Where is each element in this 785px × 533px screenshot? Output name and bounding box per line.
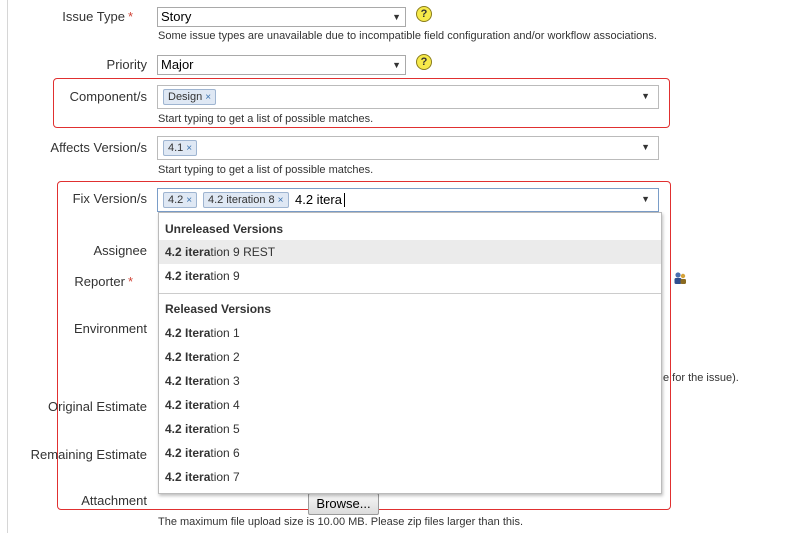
issue-type-description: Some issue types are unavailable due to … <box>158 30 657 42</box>
reporter-label: Reporter * <box>74 274 133 289</box>
priority-label: Priority <box>106 57 147 72</box>
attachment-label: Attachment <box>81 493 147 508</box>
help-icon[interactable]: ? <box>416 6 432 22</box>
suggestion-item[interactable]: 4.2 Iteration 1 <box>159 321 661 345</box>
fix-versions-label: Fix Version/s <box>72 191 147 206</box>
components-description: Start typing to get a list of possible m… <box>158 113 374 125</box>
chevron-down-icon: ▼ <box>392 60 401 70</box>
fix-version-token[interactable]: 4.2 iteration 8 × <box>203 192 289 208</box>
text-caret <box>344 193 345 207</box>
fix-versions-input[interactable]: 4.2 itera <box>295 192 342 208</box>
fix-version-token[interactable]: 4.2 × <box>163 192 198 208</box>
issue-type-value: Story <box>161 9 192 24</box>
suggestion-item[interactable]: 4.2 iteration 7 <box>159 465 661 489</box>
affects-versions-label: Affects Version/s <box>50 140 147 155</box>
close-icon[interactable]: × <box>205 92 211 103</box>
affects-versions-description: Start typing to get a list of possible m… <box>158 164 374 176</box>
suggestion-item[interactable]: 4.2 Iteration 2 <box>159 345 661 369</box>
suggestion-item[interactable]: 4.2 iteration 9 REST <box>159 240 661 264</box>
user-picker-icon[interactable] <box>673 271 687 285</box>
required-marker: * <box>127 274 133 289</box>
remaining-estimate-label: Remaining Estimate <box>30 447 147 462</box>
close-icon[interactable]: × <box>186 195 192 206</box>
fix-versions-suggestions: Unreleased Versions 4.2 iteration 9 REST… <box>158 212 662 494</box>
components-label: Component/s <box>69 89 147 104</box>
environment-label: Environment <box>74 321 147 336</box>
fix-versions-picker[interactable]: 4.2 × 4.2 iteration 8 × 4.2 itera ▼ <box>157 188 659 212</box>
group-divider <box>159 293 661 294</box>
group-heading-unreleased: Unreleased Versions <box>165 222 284 236</box>
affects-version-token[interactable]: 4.1 × <box>163 140 198 156</box>
help-icon[interactable]: ? <box>416 54 432 70</box>
close-icon[interactable]: × <box>278 195 284 206</box>
suggestion-item[interactable]: 4.2 iteration 5 <box>159 417 661 441</box>
chevron-down-icon[interactable]: ▼ <box>641 91 650 101</box>
component-token[interactable]: Design × <box>163 89 217 105</box>
environment-description-fragment: e for the issue). <box>663 372 739 384</box>
assignee-label: Assignee <box>93 243 147 258</box>
suggestion-item[interactable]: 4.2 Iteration 3 <box>159 369 661 393</box>
chevron-down-icon[interactable]: ▼ <box>641 142 650 152</box>
issue-type-label: Issue Type * <box>62 9 133 24</box>
priority-select[interactable]: Major ▼ <box>157 55 406 75</box>
group-heading-released: Released Versions <box>165 302 272 316</box>
affects-versions-picker[interactable]: 4.1 × ▼ <box>157 136 659 160</box>
issue-type-select[interactable]: Story ▼ <box>157 7 406 27</box>
components-picker[interactable]: Design × ▼ <box>157 85 659 109</box>
browse-button[interactable]: Browse... <box>308 493 379 515</box>
required-marker: * <box>127 9 133 24</box>
chevron-down-icon: ▼ <box>392 12 401 22</box>
priority-value: Major <box>161 57 194 72</box>
original-estimate-label: Original Estimate <box>48 399 147 414</box>
suggestion-item[interactable]: 4.2 iteration 6 <box>159 441 661 465</box>
suggestion-item[interactable]: 4.2 iteration 9 <box>159 264 661 288</box>
attachment-description: The maximum file upload size is 10.00 MB… <box>158 516 523 528</box>
close-icon[interactable]: × <box>186 143 192 154</box>
suggestion-item[interactable]: 4.2 iteration 4 <box>159 393 661 417</box>
chevron-down-icon[interactable]: ▼ <box>641 194 650 204</box>
